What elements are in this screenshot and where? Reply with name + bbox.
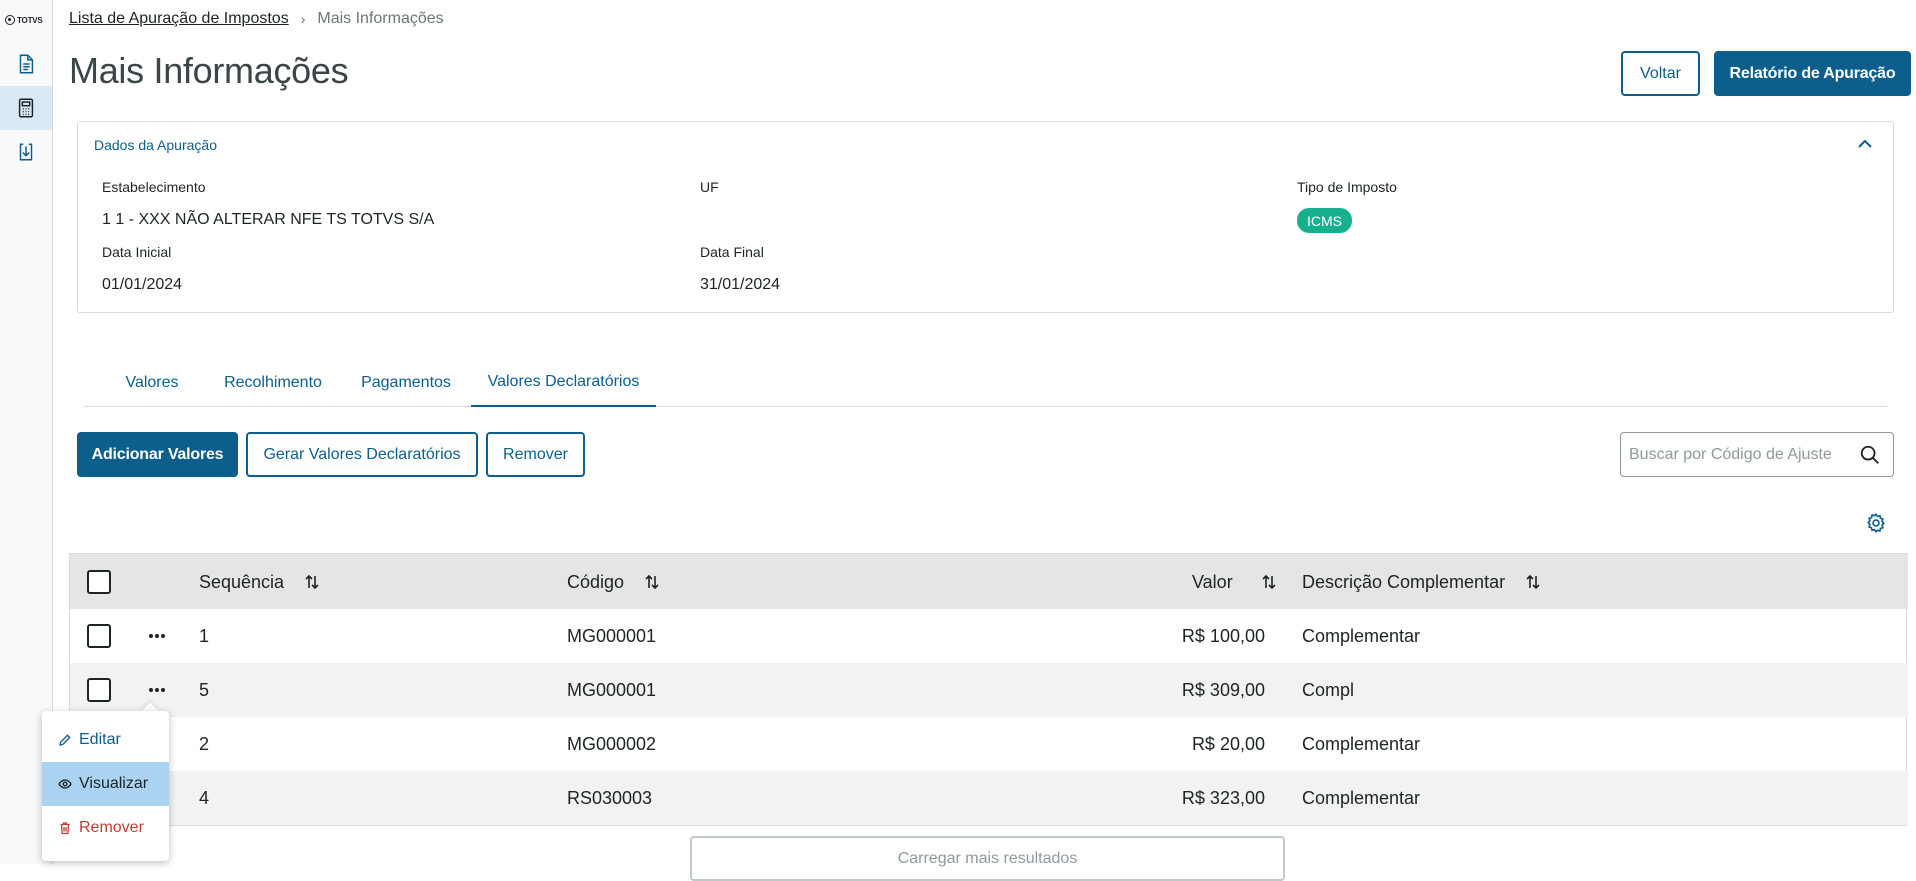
- column-label: Sequência: [199, 571, 285, 592]
- column-label: Valor: [1192, 571, 1233, 592]
- logo-mark-icon: [5, 15, 15, 25]
- details-accordion: Dados da Apuração Estabelecimento 1 1 - …: [77, 121, 1894, 313]
- table-row[interactable]: 4 RS030003 R$ 323,00 Complementar: [70, 771, 1908, 825]
- cell-codigo: RS030003: [567, 787, 653, 808]
- chevron-right-icon: ›: [300, 11, 306, 27]
- column-header-descricao[interactable]: Descrição Complementar: [1302, 554, 1541, 610]
- data-final-value: 31/01/2024: [700, 276, 781, 293]
- row-checkbox[interactable]: [87, 624, 111, 648]
- cell-sequencia: 1: [199, 625, 210, 646]
- cell-descricao: Compl: [1302, 679, 1355, 700]
- cell-sequencia: 5: [199, 679, 210, 700]
- cell-codigo: MG000001: [567, 625, 657, 646]
- sort-icon[interactable]: [1261, 574, 1277, 590]
- remove-button[interactable]: Remover: [486, 432, 585, 477]
- cell-codigo: MG000002: [567, 733, 657, 754]
- cell-valor: R$ 100,00: [1181, 625, 1265, 646]
- cell-sequencia: 2: [199, 733, 210, 754]
- tab-pagamentos[interactable]: Pagamentos: [351, 358, 461, 407]
- menu-item-label: Remover: [79, 819, 144, 836]
- pencil-icon: [59, 734, 71, 746]
- menu-item-view[interactable]: Visualizar: [42, 762, 169, 806]
- table-header: Sequência Código Valor Descrição Complem…: [70, 553, 1908, 609]
- table-row[interactable]: 5 MG000001 R$ 309,00 Compl: [70, 663, 1908, 717]
- search-box: [1620, 432, 1894, 477]
- breadcrumb: Lista de Apuração de Impostos › Mais Inf…: [69, 9, 444, 29]
- tab-bar: Valores Recolhimento Pagamentos Valores …: [84, 358, 1887, 407]
- cell-valor: R$ 309,00: [1181, 679, 1265, 700]
- sort-icon[interactable]: [304, 574, 320, 590]
- table-row[interactable]: 1 MG000001 R$ 100,00 Complementar: [70, 609, 1908, 663]
- chevron-up-icon[interactable]: [1855, 134, 1875, 154]
- cell-descricao: Complementar: [1302, 787, 1421, 808]
- row-actions-menu: Editar Visualizar Remover: [42, 711, 169, 861]
- generate-values-button[interactable]: Gerar Valores Declaratórios: [246, 432, 478, 477]
- page-title: Mais Informações: [69, 50, 349, 91]
- trash-icon: [60, 822, 70, 835]
- cell-descricao: Complementar: [1302, 733, 1421, 754]
- search-input[interactable]: [1629, 433, 1844, 476]
- tipo-imposto-label: Tipo de Imposto: [1297, 179, 1397, 195]
- sidebar-item-downloads[interactable]: [0, 130, 52, 174]
- eye-icon: [58, 779, 72, 789]
- select-all-checkbox[interactable]: [87, 570, 111, 594]
- sidebar-item-documents[interactable]: [0, 42, 52, 86]
- estabelecimento-value: 1 1 - XXX NÃO ALTERAR NFE TS TOTVS S/A: [102, 211, 435, 228]
- estabelecimento-label: Estabelecimento: [102, 179, 206, 195]
- logo-text: TOTVS: [17, 15, 43, 25]
- tab-recolhimento[interactable]: Recolhimento: [213, 358, 333, 407]
- calculator-icon: [18, 98, 34, 118]
- row-checkbox[interactable]: [87, 678, 111, 702]
- cell-codigo: MG000001: [567, 679, 657, 700]
- download-file-icon: [19, 143, 33, 161]
- menu-item-edit[interactable]: Editar: [42, 718, 169, 762]
- column-label: Código: [567, 571, 625, 592]
- tipo-imposto-tag: ICMS: [1297, 208, 1352, 233]
- totvs-logo: TOTVS: [5, 13, 43, 27]
- cell-valor: R$ 20,00: [1191, 733, 1265, 754]
- cell-valor: R$ 323,00: [1181, 787, 1265, 808]
- sort-icon[interactable]: [1525, 574, 1541, 590]
- search-icon[interactable]: [1859, 444, 1881, 466]
- breadcrumb-current: Mais Informações: [317, 10, 444, 27]
- data-inicial-value: 01/01/2024: [102, 276, 183, 293]
- uf-label: UF: [700, 179, 719, 195]
- column-header-valor[interactable]: Valor: [1192, 554, 1277, 610]
- accordion-title[interactable]: Dados da Apuração: [94, 137, 217, 153]
- sort-icon[interactable]: [644, 574, 660, 590]
- load-more-button[interactable]: Carregar mais resultados: [690, 836, 1285, 881]
- values-table: Sequência Código Valor Descrição Complem…: [69, 553, 1908, 826]
- table-row[interactable]: 2 MG000002 R$ 20,00 Complementar: [70, 717, 1908, 771]
- gear-icon[interactable]: [1865, 512, 1887, 534]
- report-button[interactable]: Relatório de Apuração: [1714, 51, 1911, 96]
- column-header-sequencia[interactable]: Sequência: [199, 554, 320, 610]
- data-inicial-label: Data Inicial: [102, 244, 172, 260]
- sidebar-item-apuracao[interactable]: [0, 86, 52, 130]
- menu-item-label: Editar: [79, 731, 121, 748]
- cell-sequencia: 4: [199, 787, 210, 808]
- tab-valores[interactable]: Valores: [108, 358, 196, 407]
- add-values-button[interactable]: Adicionar Valores: [77, 432, 238, 477]
- menu-item-remove[interactable]: Remover: [42, 806, 169, 850]
- back-button[interactable]: Voltar: [1621, 51, 1700, 96]
- column-label: Descrição Complementar: [1302, 571, 1506, 592]
- column-header-codigo[interactable]: Código: [567, 554, 660, 610]
- document-icon: [19, 54, 34, 74]
- data-final-label: Data Final: [700, 244, 764, 260]
- tab-valores-declaratorios[interactable]: Valores Declaratórios: [471, 358, 656, 407]
- menu-item-label: Visualizar: [79, 775, 149, 792]
- more-actions-icon[interactable]: [146, 625, 168, 647]
- cell-descricao: Complementar: [1302, 625, 1421, 646]
- breadcrumb-parent-link[interactable]: Lista de Apuração de Impostos: [69, 10, 289, 28]
- more-actions-icon[interactable]: [146, 679, 168, 701]
